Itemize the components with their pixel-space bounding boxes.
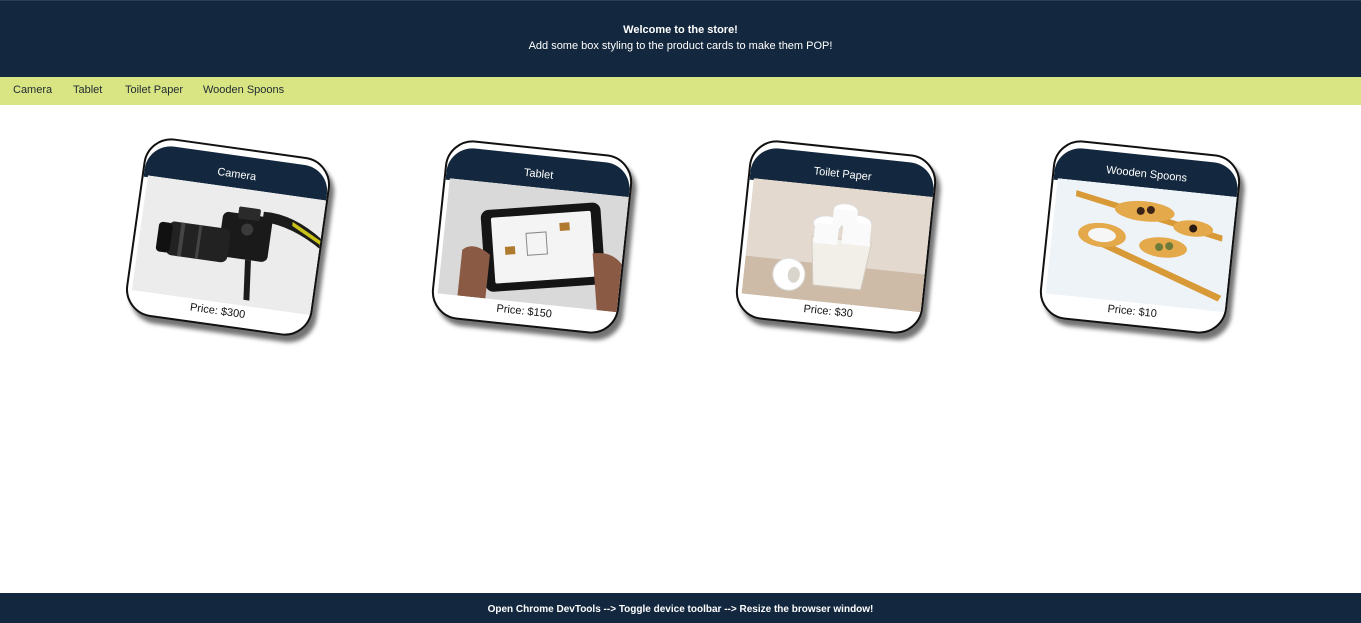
nav-link-tablet[interactable]: Tablet xyxy=(73,84,102,96)
nav-link-wooden-spoons[interactable]: Wooden Spoons xyxy=(203,84,284,96)
wooden-spoons-photo-icon xyxy=(1045,178,1239,313)
product-card-tablet[interactable]: Tablet Price: $150 xyxy=(429,137,635,337)
main-nav: Camera Tablet Toilet Paper Wooden Spoons xyxy=(0,77,1361,105)
site-footer: Open Chrome DevTools --> Toggle device t… xyxy=(0,593,1361,623)
product-card-camera[interactable]: Camera Price: $300 xyxy=(122,134,334,340)
nav-link-toilet-paper[interactable]: Toilet Paper xyxy=(125,84,183,96)
camera-photo-icon xyxy=(131,175,329,316)
header-title: Welcome to the store! xyxy=(623,24,738,36)
product-card-toilet-paper[interactable]: Toilet Paper Price: $30 xyxy=(733,137,939,337)
site-header: Welcome to the store! Add some box styli… xyxy=(0,0,1361,77)
header-subtitle: Add some box styling to the product card… xyxy=(528,40,833,52)
toilet-paper-photo-icon xyxy=(741,178,935,313)
product-grid: Camera Price: $300 Tablet Price: $150 To… xyxy=(0,105,1361,593)
product-card-wooden-spoons[interactable]: Wooden Spoons Price: $10 xyxy=(1037,137,1243,337)
nav-link-camera[interactable]: Camera xyxy=(13,84,52,96)
tablet-photo-icon xyxy=(437,178,631,313)
